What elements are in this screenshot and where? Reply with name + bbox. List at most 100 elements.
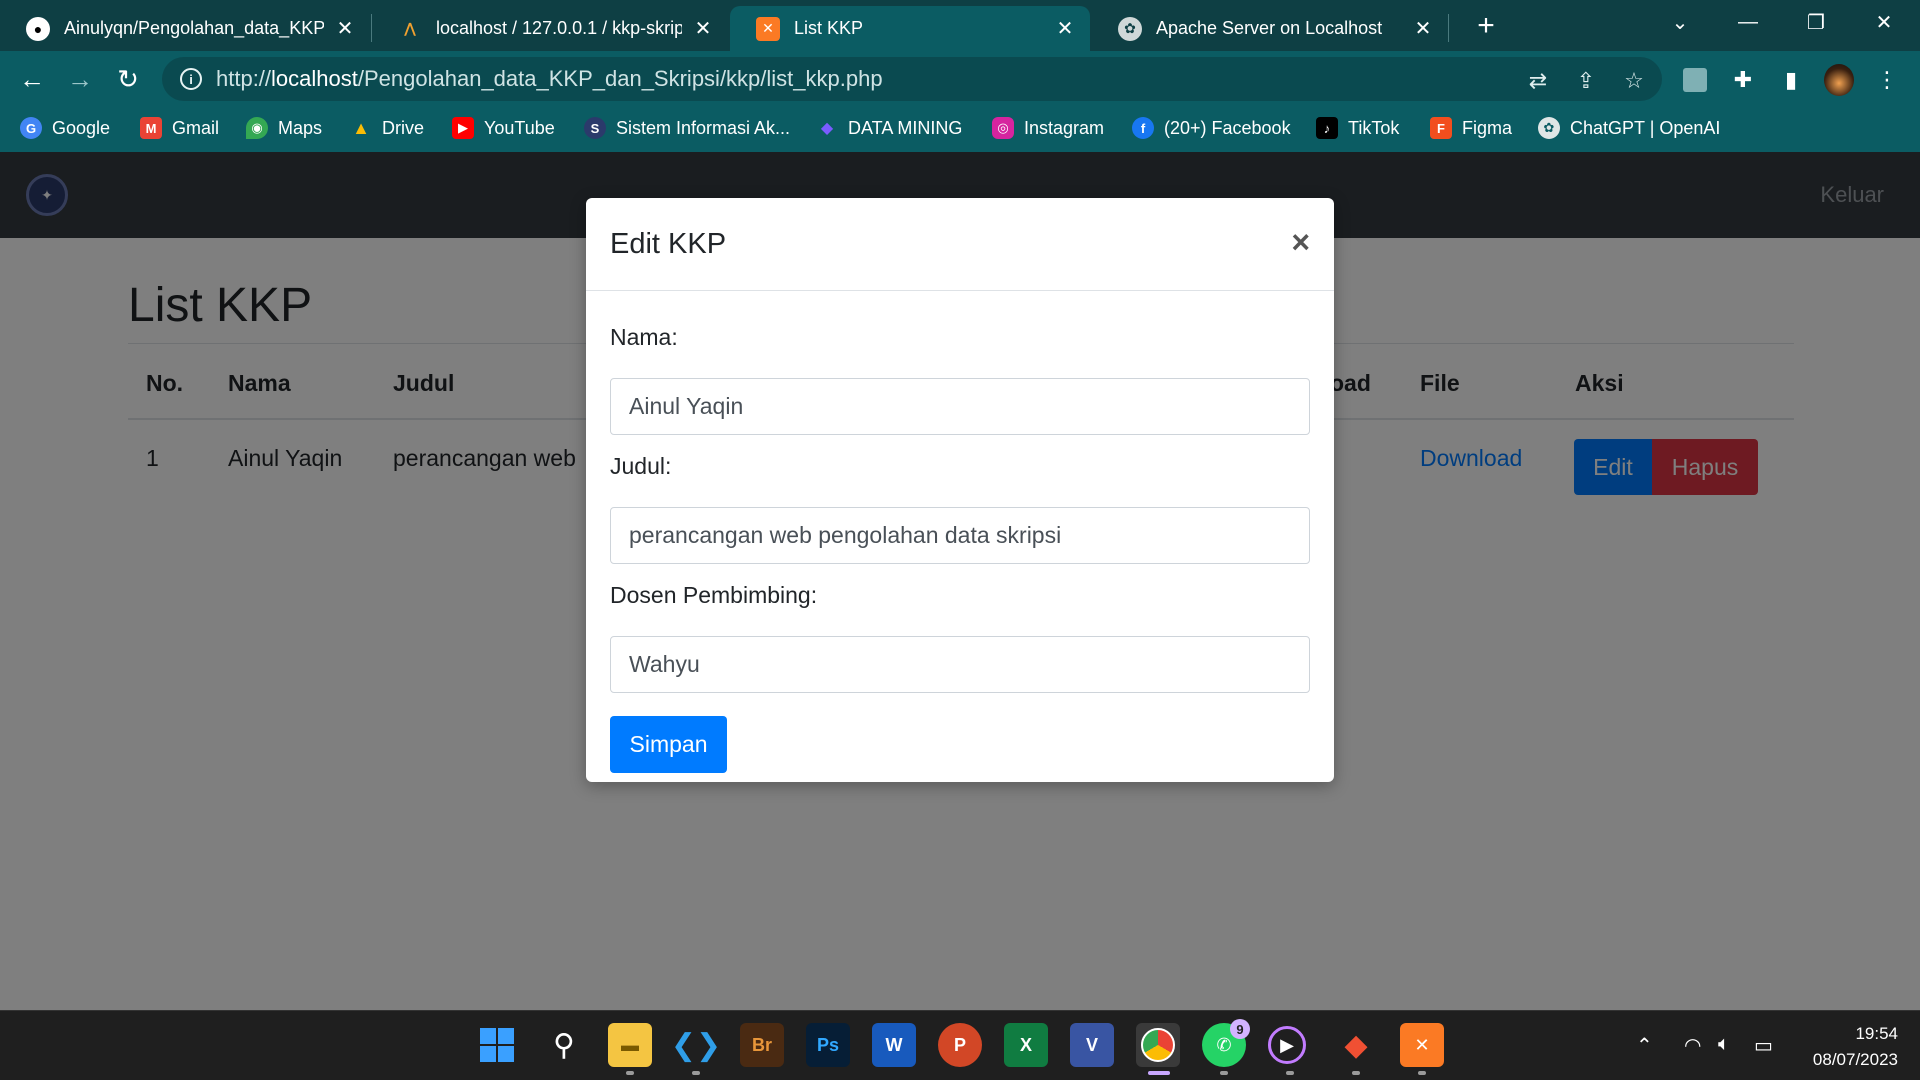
nama-label: Nama: <box>610 324 678 350</box>
nama-input[interactable]: Ainul Yaqin <box>610 378 1310 435</box>
tab-label: List KKP <box>794 18 864 38</box>
bookmark-label: TikTok <box>1348 117 1400 138</box>
site-info-icon[interactable]: i <box>180 68 202 90</box>
tab-list-kkp[interactable]: ✕ List KKP ✕ <box>730 6 1090 51</box>
bookmark-star-icon[interactable]: ☆ <box>1620 67 1648 95</box>
modal-header: Edit KKP × <box>586 198 1334 291</box>
minimize-icon[interactable]: — <box>1718 0 1778 44</box>
xampp-icon[interactable]: ✕ <box>1400 1023 1444 1067</box>
tab-search-chevron-icon[interactable]: ⌄ <box>1650 0 1710 44</box>
browser-tab-strip: ● Ainulyqn/Pengolahan_data_KKP_ ✕ ⋀ loca… <box>0 0 1920 51</box>
bookmark-drive[interactable]: ▲ Drive <box>350 114 424 142</box>
bookmark-figma[interactable]: F Figma <box>1430 114 1512 142</box>
bookmark-google[interactable]: G Google <box>20 114 110 142</box>
wifi-icon[interactable]: ◠ <box>1684 1033 1701 1058</box>
bookmark-label: (20+) Facebook <box>1164 117 1291 138</box>
bookmark-sistem-informasi[interactable]: S Sistem Informasi Ak... <box>584 114 790 142</box>
profile-avatar[interactable] <box>1824 64 1854 96</box>
chatgpt-icon: ✿ <box>1118 16 1142 41</box>
tab-github[interactable]: ● Ainulyqn/Pengolahan_data_KKP_ ✕ <box>0 6 370 51</box>
bookmark-facebook[interactable]: f (20+) Facebook <box>1132 114 1291 142</box>
reload-icon[interactable]: ↻ <box>108 59 148 99</box>
media-player-icon[interactable]: ▶ <box>1268 1026 1306 1064</box>
git-icon[interactable]: ◆ <box>1334 1023 1378 1067</box>
share-icon[interactable]: ⇪ <box>1572 67 1600 95</box>
bridge-icon[interactable]: Br <box>740 1023 784 1067</box>
tiktok-icon: ♪ <box>1316 117 1338 139</box>
close-icon[interactable]: ✕ <box>692 16 714 41</box>
chatgpt-icon: ✿ <box>1538 117 1560 139</box>
bookmark-label: Drive <box>382 117 425 138</box>
restore-icon[interactable]: ❐ <box>1786 0 1846 44</box>
visio-icon[interactable]: V <box>1070 1023 1114 1067</box>
browser-menu-icon[interactable]: ⋮ <box>1872 65 1902 95</box>
bookmark-label: DATA MINING <box>848 117 963 138</box>
figma-icon: F <box>1430 117 1452 139</box>
bookmark-label: Google <box>52 117 111 138</box>
window-close-icon[interactable]: ✕ <box>1854 0 1914 44</box>
running-indicator <box>692 1071 700 1075</box>
bookmark-gmail[interactable]: M Gmail <box>140 114 219 142</box>
bookmark-label: Figma <box>1462 117 1513 138</box>
github-icon: ● <box>26 16 50 41</box>
bookmark-chatgpt[interactable]: ✿ ChatGPT | OpenAI <box>1538 114 1720 142</box>
edit-kkp-modal: Edit KKP × Nama: Ainul Yaqin Judul: pera… <box>586 198 1334 782</box>
clock-date: 08/07/2023 <box>1812 1050 1898 1069</box>
active-indicator <box>1148 1071 1170 1075</box>
back-icon[interactable]: ← <box>12 59 52 99</box>
vscode-icon[interactable]: ❮❯ <box>671 1023 721 1067</box>
clock-time: 19:54 <box>1855 1024 1898 1043</box>
bookmark-tiktok[interactable]: ♪ TikTok <box>1316 114 1399 142</box>
new-tab-icon[interactable]: + <box>1466 6 1506 46</box>
close-icon[interactable]: × <box>1291 226 1310 258</box>
excel-icon[interactable]: X <box>1004 1023 1048 1067</box>
close-icon[interactable]: ✕ <box>1054 16 1076 41</box>
bookmark-label: Sistem Informasi Ak... <box>616 117 791 138</box>
url-scheme: http:// <box>216 66 272 91</box>
extensions-puzzle-icon[interactable]: ✚ <box>1728 65 1758 95</box>
gmail-icon: M <box>140 117 162 139</box>
start-icon[interactable] <box>475 1023 519 1067</box>
photoshop-icon[interactable]: Ps <box>806 1023 850 1067</box>
bookmarks-bar: G Google M Gmail ◉ Maps ▲ Drive ▶ YouTube S Si… <box>0 106 1920 152</box>
side-panel-icon[interactable]: ▮ <box>1776 65 1806 95</box>
youtube-icon: ▶ <box>452 117 474 139</box>
close-icon[interactable]: ✕ <box>1412 16 1434 41</box>
address-bar[interactable]: i http://localhost/Pengolahan_data_KKP_d… <box>162 57 1662 101</box>
clock[interactable]: 19:54 08/07/2023 <box>1813 1021 1898 1073</box>
word-icon[interactable]: W <box>872 1023 916 1067</box>
bookmark-youtube[interactable]: ▶ YouTube <box>452 114 555 142</box>
dosen-pembimbing-input[interactable]: Wahyu <box>610 636 1310 693</box>
chevron-up-icon[interactable]: ⌃ <box>1636 1033 1653 1058</box>
tab-label: localhost / 127.0.0.1 / kkp-skripsi <box>436 18 682 38</box>
simpan-button[interactable]: Simpan <box>610 716 727 773</box>
running-indicator <box>1220 1071 1228 1075</box>
tab-phpmyadmin[interactable]: ⋀ localhost / 127.0.0.1 / kkp-skripsi ✕ <box>372 6 728 51</box>
volume-icon[interactable]: 🔈︎ <box>1718 1033 1730 1056</box>
running-indicator <box>626 1071 634 1075</box>
bookmark-label: YouTube <box>484 117 555 138</box>
maps-icon: ◉ <box>246 117 268 139</box>
bookmark-label: Gmail <box>172 117 220 138</box>
chrome-icon[interactable] <box>1136 1023 1180 1067</box>
tab-label: Ainulyqn/Pengolahan_data_KKP_ <box>64 18 324 38</box>
browser-toolbar: ← → ↻ i http://localhost/Pengolahan_data… <box>0 51 1920 106</box>
forward-icon[interactable]: → <box>60 59 100 99</box>
close-icon[interactable]: ✕ <box>334 16 356 41</box>
facebook-icon: f <box>1132 117 1154 139</box>
judul-input[interactable]: perancangan web pengolahan data skripsi <box>610 507 1310 564</box>
extension-icon[interactable] <box>1680 65 1710 95</box>
bookmark-data-mining[interactable]: ◆ DATA MINING <box>816 114 963 142</box>
file-explorer-icon[interactable]: ▬ <box>608 1023 652 1067</box>
bookmark-maps[interactable]: ◉ Maps <box>246 114 322 142</box>
translate-icon[interactable]: ⇄ <box>1524 67 1552 95</box>
bookmark-instagram[interactable]: ◎ Instagram <box>992 114 1104 142</box>
powerpoint-icon[interactable]: P <box>938 1023 982 1067</box>
battery-icon[interactable]: ▭ <box>1754 1033 1773 1058</box>
tab-apache[interactable]: ✿ Apache Server on Localhost ✕ <box>1092 6 1448 51</box>
google-icon: G <box>20 117 42 139</box>
instagram-icon: ◎ <box>992 117 1014 139</box>
search-icon[interactable]: ⚲ <box>542 1023 586 1067</box>
bookmark-label: Instagram <box>1024 117 1105 138</box>
running-indicator <box>1352 1071 1360 1075</box>
